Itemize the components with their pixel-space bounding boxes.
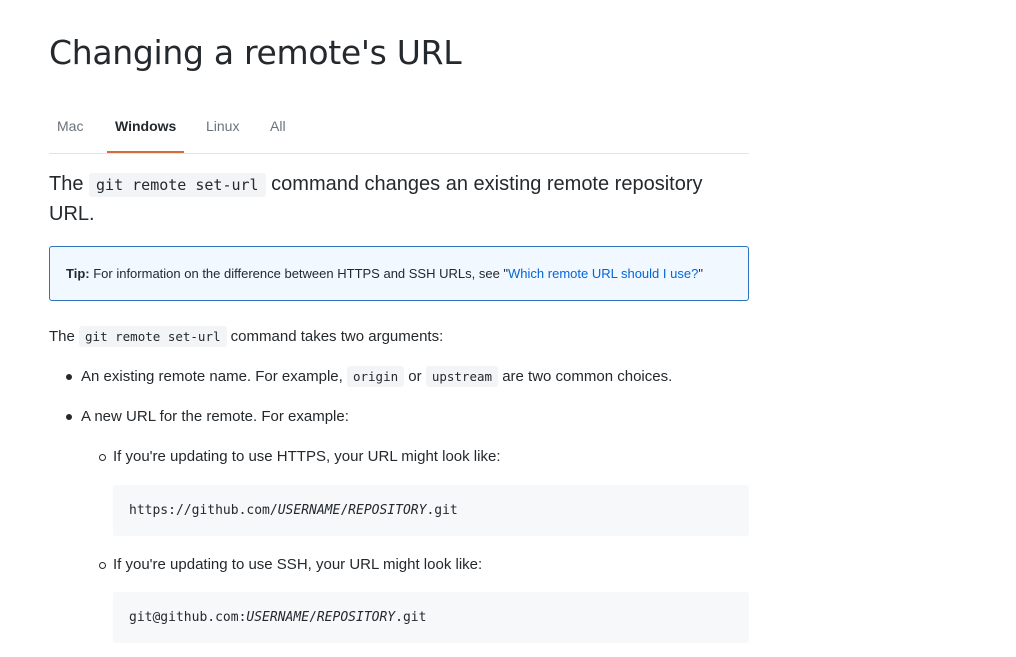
- inline-code: upstream: [425, 366, 499, 387]
- tab-label: Linux: [206, 118, 240, 134]
- bullet-marker: [66, 374, 72, 380]
- list-text: If you're updating to use SSH, your URL …: [113, 556, 483, 573]
- tab-label: Mac: [57, 118, 84, 134]
- tip-box: Tip: For information on the difference b…: [49, 246, 749, 301]
- list-text: or: [408, 368, 422, 385]
- code-placeholder: USERNAME: [246, 610, 310, 625]
- sub-bullet-marker: [99, 454, 106, 461]
- code-placeholder: USERNAME: [277, 503, 341, 518]
- inline-code: origin: [346, 366, 405, 387]
- code-text: .git: [395, 610, 427, 625]
- code-text: /: [340, 503, 349, 518]
- sub-list-item: If you're updating to use HTTPS, your UR…: [113, 445, 500, 469]
- tip-label: Tip:: [66, 266, 90, 281]
- list-text: A new URL for the remote. For example:: [81, 408, 349, 425]
- code-placeholder: REPOSITORY: [348, 503, 427, 518]
- list-text: are two common choices.: [502, 368, 673, 385]
- lead-paragraph: The git remote set-url command changes a…: [49, 170, 749, 229]
- ssh-url-code-block: git@github.com:USERNAME/REPOSITORY.git: [113, 592, 749, 643]
- tip-text: ": [698, 266, 703, 281]
- page-title: Changing a remote's URL: [49, 33, 462, 72]
- list-item: A new URL for the remote. For example:: [81, 405, 349, 429]
- list-text: If you're updating to use HTTPS, your UR…: [113, 448, 501, 465]
- tab-linux[interactable]: Linux: [206, 103, 239, 153]
- tip-link[interactable]: Which remote URL should I use?: [508, 266, 698, 281]
- https-url-code-block: https://github.com/USERNAME/REPOSITORY.g…: [113, 485, 749, 536]
- lead-text: The: [49, 173, 84, 195]
- code-placeholder: REPOSITORY: [316, 610, 396, 625]
- tab-label: Windows: [115, 118, 177, 134]
- code-text: https://github.com/: [129, 503, 278, 518]
- tab-label: All: [270, 118, 286, 134]
- sub-bullet-marker: [99, 562, 106, 569]
- sub-list-item: If you're updating to use SSH, your URL …: [113, 553, 482, 577]
- list-text: An existing remote name. For example,: [81, 368, 343, 385]
- tab-all[interactable]: All: [270, 103, 286, 153]
- intro-paragraph: The git remote set-url command takes two…: [49, 325, 443, 349]
- intro-code: git remote set-url: [79, 326, 227, 347]
- intro-text: The: [49, 328, 75, 345]
- code-text: /: [309, 610, 317, 625]
- tab-mac[interactable]: Mac: [57, 103, 83, 153]
- lead-code: git remote set-url: [89, 173, 266, 197]
- code-text: git@github.com:: [129, 610, 247, 625]
- list-item: An existing remote name. For example, or…: [81, 365, 672, 389]
- tab-windows[interactable]: Windows: [107, 103, 185, 153]
- platform-tabs: Mac Windows Linux All: [49, 103, 749, 154]
- code-text: .git: [426, 503, 458, 518]
- tip-text: For information on the difference betwee…: [93, 266, 509, 281]
- bullet-marker: [66, 414, 72, 420]
- intro-text: command takes two arguments:: [230, 328, 444, 345]
